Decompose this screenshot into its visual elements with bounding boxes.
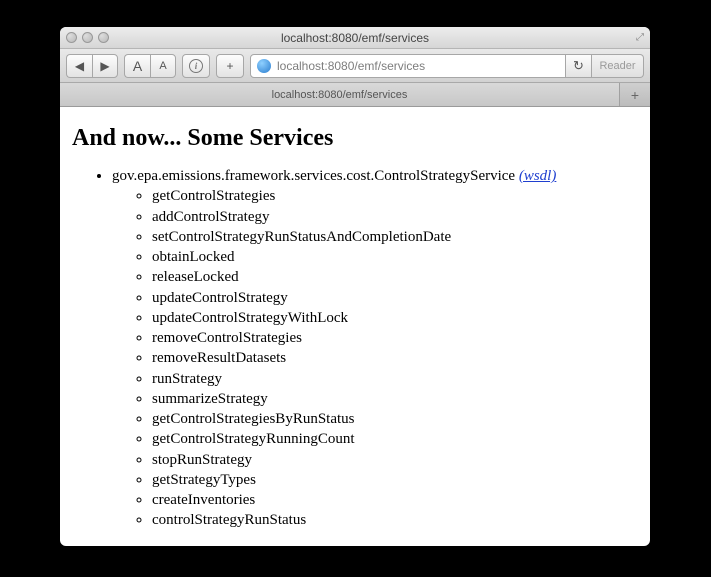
forward-button[interactable]: ▶ <box>92 54 118 78</box>
wsdl-link[interactable]: (wsdl) <box>519 168 557 184</box>
titlebar: localhost:8080/emf/services ⤢ <box>60 27 650 49</box>
method-item: getStrategyTypes <box>152 470 638 490</box>
close-button[interactable] <box>66 32 77 43</box>
methods-list: getControlStrategiesaddControlStrategyse… <box>112 186 638 530</box>
url-text: localhost:8080/emf/services <box>277 59 425 73</box>
method-item: getControlStrategies <box>152 186 638 206</box>
method-item: setControlStrategyRunStatusAndCompletion… <box>152 227 638 247</box>
method-item: stopRunStrategy <box>152 450 638 470</box>
arrow-left-icon: ◀ <box>75 59 84 73</box>
method-item: removeControlStrategies <box>152 328 638 348</box>
reload-icon: ↻ <box>573 58 584 74</box>
method-item: removeResultDatasets <box>152 348 638 368</box>
reader-button[interactable]: Reader <box>592 54 644 78</box>
fullscreen-icon[interactable]: ⤢ <box>636 32 644 43</box>
window-title: localhost:8080/emf/services <box>60 31 650 45</box>
nav-group: ◀ ▶ <box>66 54 118 78</box>
back-button[interactable]: ◀ <box>66 54 92 78</box>
method-item: createInventories <box>152 490 638 510</box>
zoom-button[interactable] <box>98 32 109 43</box>
address-bar-wrap: localhost:8080/emf/services ↻ Reader <box>250 54 644 78</box>
reload-button[interactable]: ↻ <box>566 54 592 78</box>
method-item: updateControlStrategy <box>152 288 638 308</box>
text-smaller-button[interactable]: A <box>150 54 176 78</box>
add-button[interactable]: + <box>216 54 244 78</box>
page-heading: And now... Some Services <box>72 125 638 152</box>
method-item: releaseLocked <box>152 267 638 287</box>
info-icon: i <box>189 59 203 73</box>
toolbar: ◀ ▶ A A i + localhost:8080/emf/services … <box>60 49 650 83</box>
method-item: addControlStrategy <box>152 207 638 227</box>
method-item: getControlStrategiesByRunStatus <box>152 409 638 429</box>
browser-window: localhost:8080/emf/services ⤢ ◀ ▶ A A i … <box>60 27 650 546</box>
plus-icon: + <box>631 87 639 103</box>
tab-bar: localhost:8080/emf/services + <box>60 83 650 107</box>
tab-active[interactable]: localhost:8080/emf/services <box>60 83 620 106</box>
plus-icon: + <box>226 59 233 73</box>
arrow-right-icon: ▶ <box>100 59 109 73</box>
address-bar[interactable]: localhost:8080/emf/services <box>250 54 566 78</box>
service-name: gov.epa.emissions.framework.services.cos… <box>112 168 515 184</box>
page-content: And now... Some Services gov.epa.emissio… <box>60 107 650 546</box>
info-button[interactable]: i <box>182 54 210 78</box>
text-bigger-button[interactable]: A <box>124 54 150 78</box>
minimize-button[interactable] <box>82 32 93 43</box>
new-tab-button[interactable]: + <box>620 83 650 106</box>
globe-icon <box>257 59 271 73</box>
method-item: runStrategy <box>152 369 638 389</box>
method-item: controlStrategyRunStatus <box>152 510 638 530</box>
method-item: updateControlStrategyWithLock <box>152 308 638 328</box>
method-item: obtainLocked <box>152 247 638 267</box>
traffic-lights <box>66 32 109 43</box>
service-entry: gov.epa.emissions.framework.services.cos… <box>112 166 638 531</box>
method-item: getControlStrategyRunningCount <box>152 429 638 449</box>
text-size-group: A A <box>124 54 176 78</box>
method-item: summarizeStrategy <box>152 389 638 409</box>
